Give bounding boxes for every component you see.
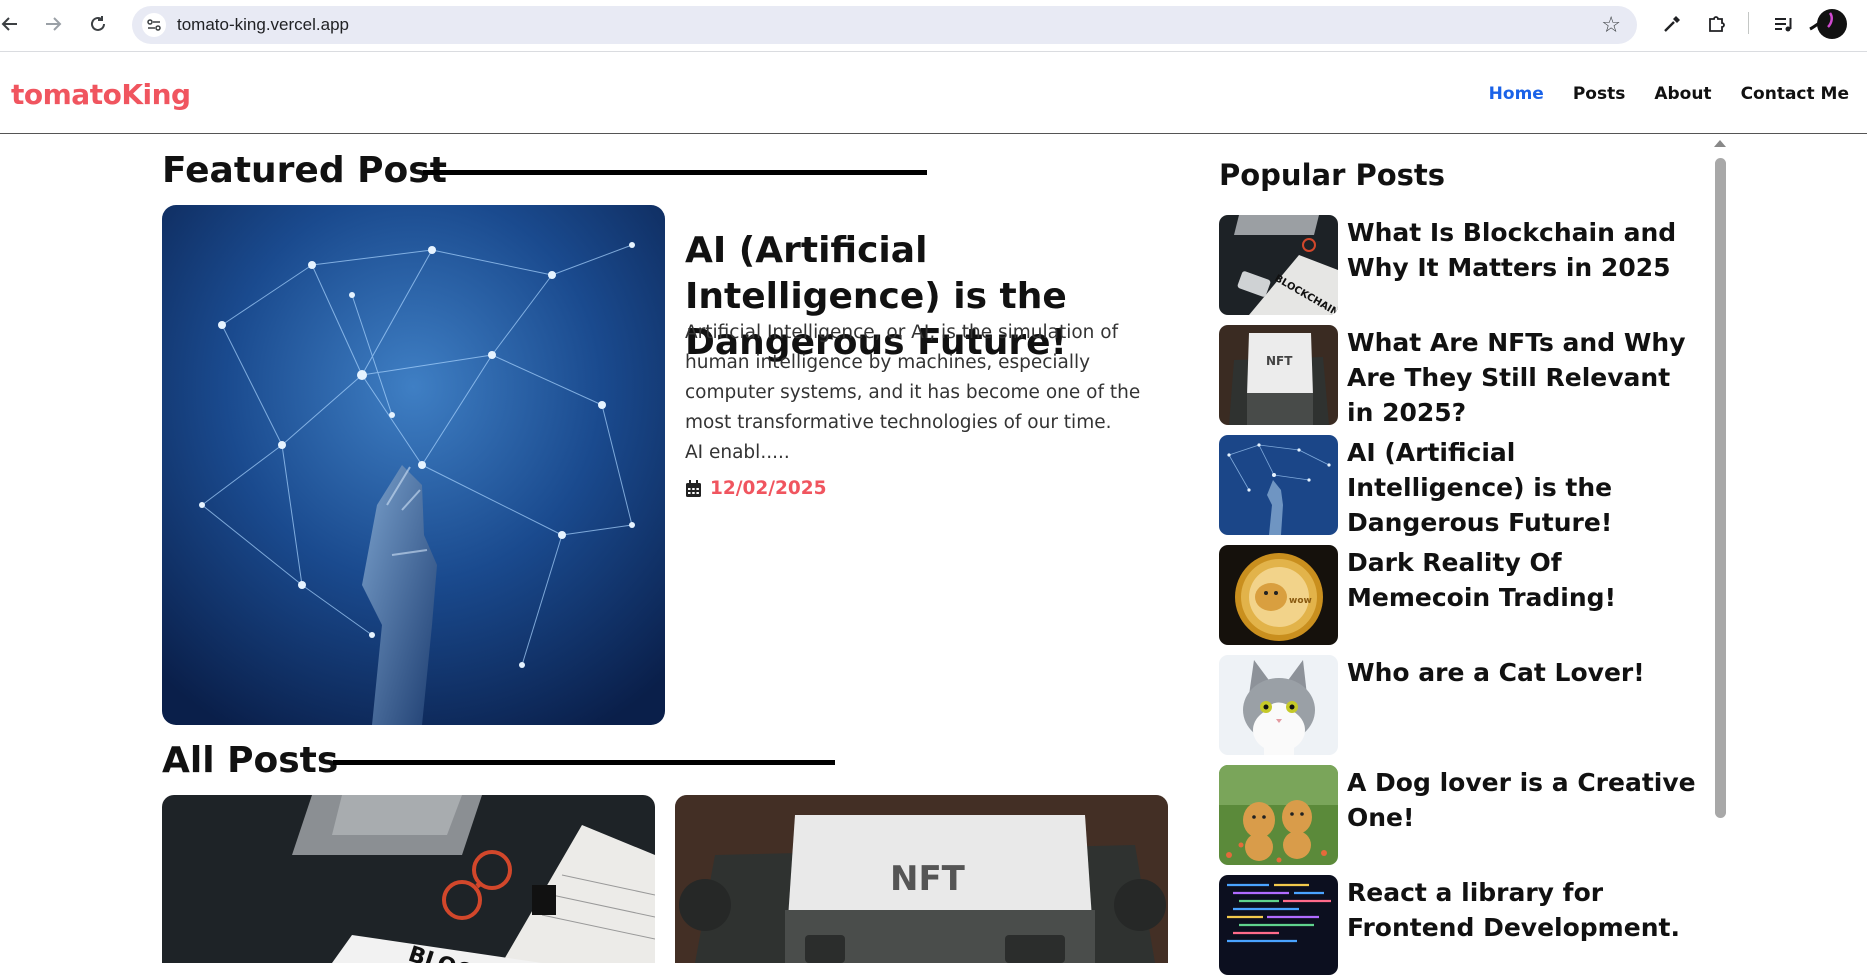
scroll-up-arrow-icon[interactable] xyxy=(1714,140,1726,147)
popular-item[interactable]: A Dog lover is a Creative One! xyxy=(1219,765,1699,865)
main-nav: Home Posts About Contact Me xyxy=(1460,84,1849,104)
svg-text:NFT: NFT xyxy=(1266,354,1293,368)
toolbar-divider xyxy=(1748,12,1749,34)
nav-posts[interactable]: Posts xyxy=(1573,84,1626,104)
popular-title[interactable]: AI (Artificial Intelligence) is the Dang… xyxy=(1347,435,1697,540)
featured-section-title: Featured Post xyxy=(162,150,447,191)
featured-post-date: 12/02/2025 xyxy=(685,478,827,499)
popular-item[interactable]: Who are a Cat Lover! xyxy=(1219,655,1699,755)
popular-scrollbar-thumb[interactable] xyxy=(1715,158,1726,818)
popular-title[interactable]: React a library for Frontend Development… xyxy=(1347,875,1697,945)
browser-toolbar: tomato-king.vercel.app ☆ xyxy=(0,0,1867,52)
arrow-right-icon xyxy=(46,17,62,31)
popular-title[interactable]: Who are a Cat Lover! xyxy=(1347,655,1697,690)
popular-title[interactable]: What Is Blockchain and Why It Matters in… xyxy=(1347,215,1697,285)
popular-thumb-cat xyxy=(1219,655,1338,755)
popular-title[interactable]: What Are NFTs and Why Are They Still Rel… xyxy=(1347,325,1697,430)
site-logo[interactable]: tomatoKing xyxy=(11,78,191,111)
post-card-nft[interactable]: NFT xyxy=(675,795,1168,963)
featured-post-image[interactable] xyxy=(162,205,665,725)
media-controls-icon[interactable] xyxy=(1770,11,1796,37)
back-button[interactable] xyxy=(0,10,24,38)
profile-avatar[interactable] xyxy=(1806,5,1848,43)
reload-icon xyxy=(91,16,105,31)
popular-item[interactable]: React a library for Frontend Development… xyxy=(1219,875,1699,975)
date-text: 12/02/2025 xyxy=(710,478,827,499)
popular-section-title: Popular Posts xyxy=(1219,158,1446,192)
popular-item[interactable]: NFT What Are NFTs and Why Are They Still… xyxy=(1219,325,1699,427)
popular-thumb-ai xyxy=(1219,435,1338,535)
nav-home[interactable]: Home xyxy=(1489,84,1544,104)
all-posts-section-title: All Posts xyxy=(162,740,339,781)
popular-item[interactable]: AI (Artificial Intelligence) is the Dang… xyxy=(1219,435,1699,537)
featured-excerpt-text: Artificial Intelligence, or AI, is the s… xyxy=(685,322,1141,433)
site-header: tomatoKing Home Posts About Contact Me xyxy=(0,53,1867,134)
extensions-puzzle-icon[interactable] xyxy=(1704,11,1730,37)
all-posts-title-underline xyxy=(333,760,835,765)
url-text[interactable]: tomato-king.vercel.app xyxy=(177,15,349,35)
popular-thumb-memecoin: wow xyxy=(1219,545,1338,645)
popular-item[interactable]: wow Dark Reality Of Memecoin Trading! xyxy=(1219,545,1699,645)
popular-thumb-react xyxy=(1219,875,1338,975)
featured-post-excerpt: Artificial Intelligence, or AI, is the s… xyxy=(685,318,1145,468)
popular-title[interactable]: A Dog lover is a Creative One! xyxy=(1347,765,1697,835)
popular-thumb-blockchain: BLOCKCHAIN xyxy=(1219,215,1338,315)
featured-excerpt-tail: AI enabl..... xyxy=(685,442,790,463)
nav-about[interactable]: About xyxy=(1654,84,1711,104)
reload-button[interactable] xyxy=(84,10,112,38)
calendar-icon xyxy=(686,479,701,497)
nav-contact[interactable]: Contact Me xyxy=(1741,84,1849,104)
svg-text:wow: wow xyxy=(1289,596,1312,606)
popular-title[interactable]: Dark Reality Of Memecoin Trading! xyxy=(1347,545,1697,615)
address-bar[interactable]: tomato-king.vercel.app ☆ xyxy=(132,6,1637,44)
post-card-blockchain[interactable]: BLOCK xyxy=(162,795,655,963)
eyedropper-icon[interactable] xyxy=(1659,11,1685,37)
tune-icon xyxy=(147,19,161,31)
featured-title-underline xyxy=(423,170,927,175)
popular-thumb-nft: NFT xyxy=(1219,325,1338,425)
site-info-button[interactable] xyxy=(142,13,166,37)
forward-button[interactable] xyxy=(39,10,67,38)
svg-text:NFT: NFT xyxy=(890,859,966,899)
popular-item[interactable]: BLOCKCHAIN What Is Blockchain and Why It… xyxy=(1219,215,1699,315)
popular-thumb-dogs xyxy=(1219,765,1338,865)
arrow-left-icon xyxy=(1,17,17,31)
bookmark-star-icon[interactable]: ☆ xyxy=(1601,13,1621,38)
